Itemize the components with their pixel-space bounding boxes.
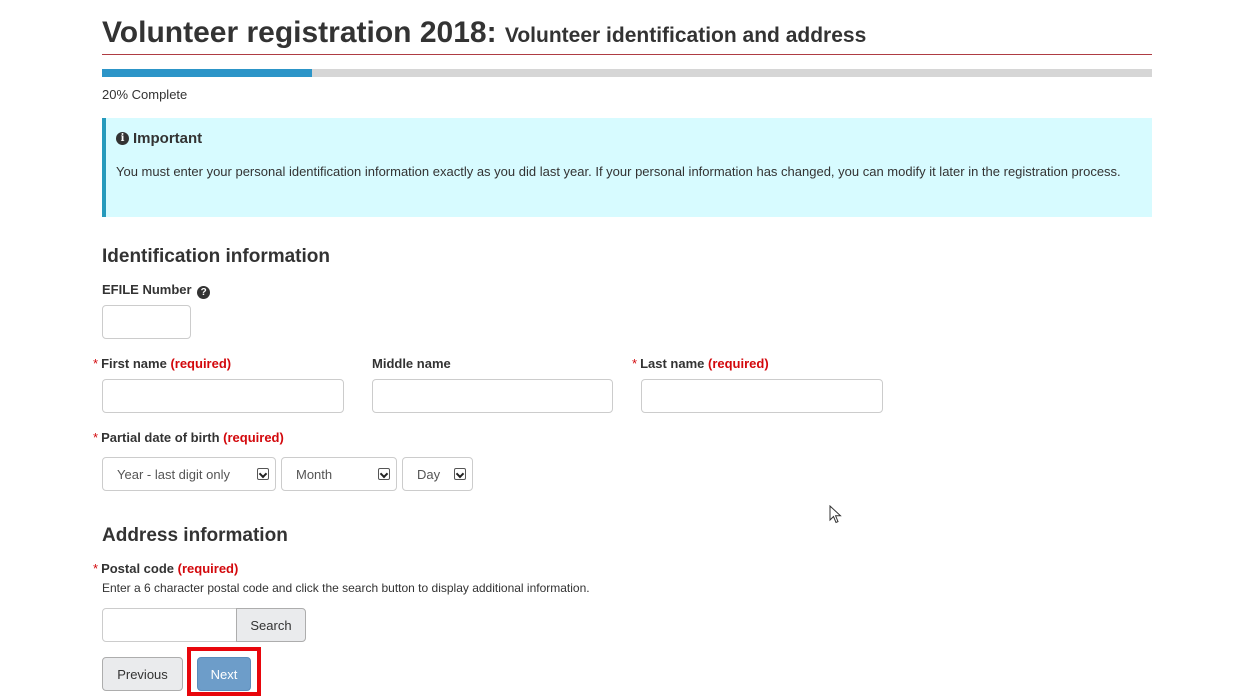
progress-bar xyxy=(102,69,1152,77)
last-name-label: * Last name (required) xyxy=(632,356,769,371)
info-icon: i xyxy=(116,132,129,145)
dob-month-select[interactable]: Month xyxy=(281,457,397,491)
alert-heading: i Important xyxy=(116,130,202,147)
alert-body: You must enter your personal identificat… xyxy=(116,164,1121,179)
mouse-cursor-icon xyxy=(829,505,842,524)
required-text: (required) xyxy=(223,430,284,445)
last-name-input[interactable] xyxy=(641,379,883,413)
chevron-down-icon xyxy=(454,468,466,480)
progress-bar-fill xyxy=(102,69,312,77)
previous-button[interactable]: Previous xyxy=(102,657,183,691)
efile-label: EFILE Number ? xyxy=(102,282,211,299)
required-text: (required) xyxy=(170,356,232,371)
page-subtitle: Volunteer identification and address xyxy=(504,24,867,47)
next-button[interactable]: Next xyxy=(197,657,251,691)
dob-day-value: Day xyxy=(417,466,441,482)
dob-day-select[interactable]: Day xyxy=(402,457,473,491)
middle-name-input[interactable] xyxy=(372,379,613,413)
progress-text: 20% Complete xyxy=(102,87,188,102)
required-marker: * xyxy=(93,430,99,445)
question-circle-icon[interactable]: ? xyxy=(197,286,211,299)
required-marker: * xyxy=(93,356,99,371)
efile-number-input[interactable] xyxy=(102,305,191,339)
page-title: Volunteer registration 2018: Volunteer i… xyxy=(102,12,866,57)
title-divider xyxy=(102,54,1152,55)
postal-code-help: Enter a 6 character postal code and clic… xyxy=(102,581,590,595)
first-name-label-text: First name xyxy=(101,356,167,371)
important-alert: i Important You must enter your personal… xyxy=(102,118,1152,217)
chevron-down-icon xyxy=(257,468,269,480)
dob-month-value: Month xyxy=(296,466,333,482)
identification-heading: Identification information xyxy=(102,246,330,267)
postal-code-input[interactable] xyxy=(102,608,237,642)
postal-code-label: * Postal code (required) xyxy=(93,561,238,576)
search-button[interactable]: Search xyxy=(236,608,306,642)
efile-label-text: EFILE Number xyxy=(102,282,192,297)
dob-year-value: Year - last digit only xyxy=(117,466,230,482)
first-name-input[interactable] xyxy=(102,379,344,413)
dob-label: * Partial date of birth (required) xyxy=(93,430,284,445)
chevron-down-icon xyxy=(378,468,390,480)
required-marker: * xyxy=(93,561,99,576)
page-title-main: Volunteer registration 2018: xyxy=(102,16,497,49)
postal-code-label-text: Postal code xyxy=(101,561,175,576)
dob-label-text: Partial date of birth xyxy=(101,430,220,445)
required-text: (required) xyxy=(177,561,239,576)
dob-year-select[interactable]: Year - last digit only xyxy=(102,457,276,491)
first-name-label: * First name (required) xyxy=(93,356,231,371)
required-marker: * xyxy=(632,356,638,371)
required-text: (required) xyxy=(708,356,769,371)
alert-heading-text: Important xyxy=(133,130,203,147)
last-name-label-text: Last name xyxy=(640,356,705,371)
address-heading: Address information xyxy=(102,525,288,546)
middle-name-label: Middle name xyxy=(372,356,451,371)
